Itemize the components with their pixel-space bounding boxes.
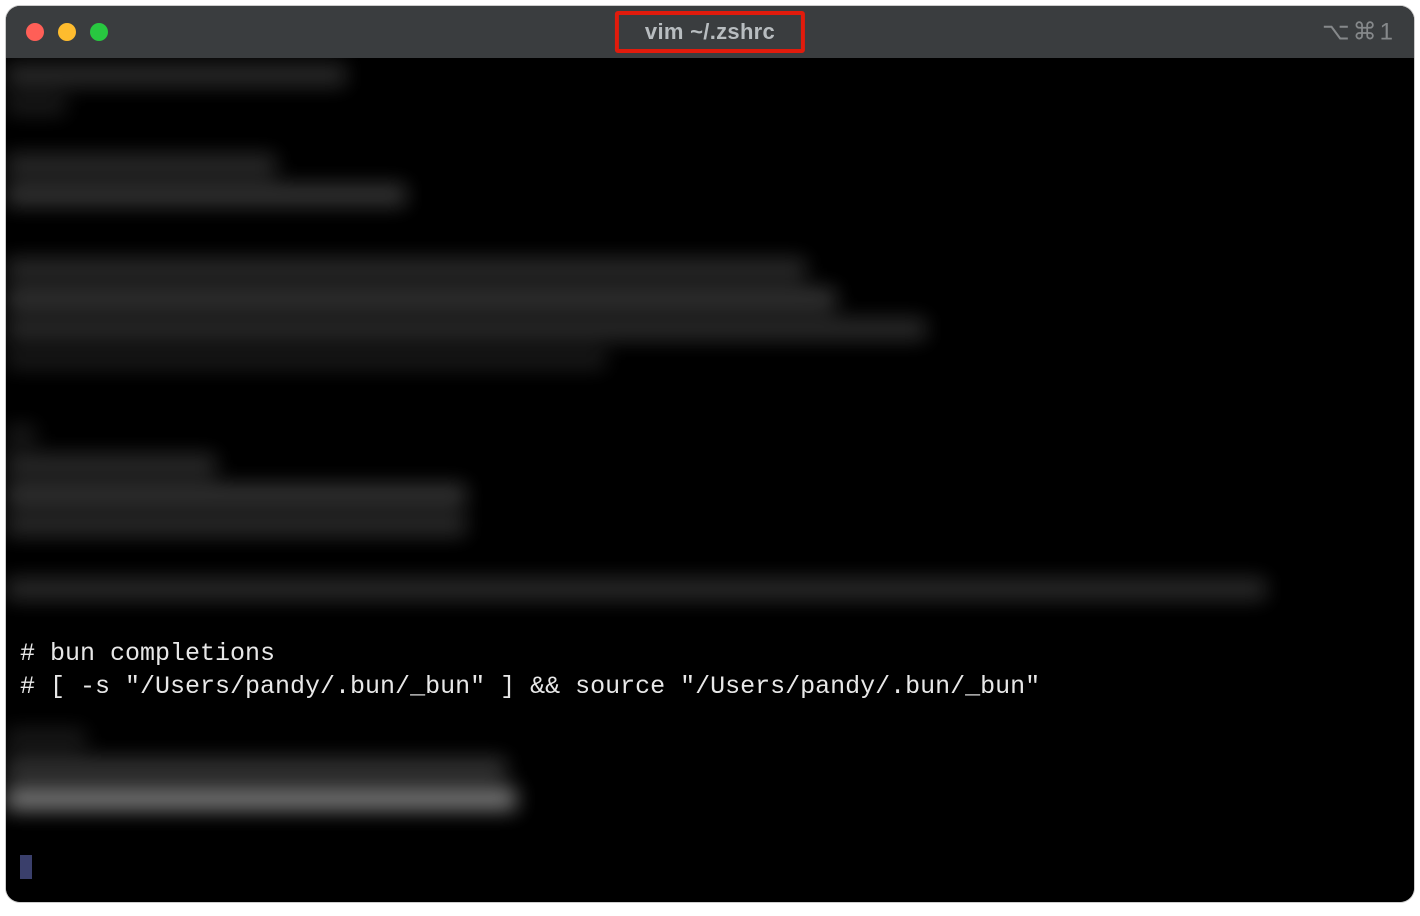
- title-highlight-box: vim ~/.zshrc: [615, 11, 805, 53]
- traffic-lights: [26, 23, 108, 41]
- terminal-line: # [ -s "/Users/pandy/.bun/_bun" ] && sou…: [20, 672, 1040, 701]
- terminal-line: # bun completions: [20, 639, 275, 668]
- terminal-viewport[interactable]: # bun completions # [ -s "/Users/pandy/.…: [6, 58, 1414, 902]
- zoom-button[interactable]: [90, 23, 108, 41]
- terminal-window: vim ~/.zshrc ⌥⌘1: [6, 6, 1414, 902]
- cursor: [20, 852, 32, 885]
- keyboard-shortcut-indicator: ⌥⌘1: [1322, 18, 1396, 47]
- minimize-button[interactable]: [58, 23, 76, 41]
- block-cursor-icon: [20, 855, 32, 879]
- close-button[interactable]: [26, 23, 44, 41]
- window-title: vim ~/.zshrc: [645, 19, 775, 44]
- window-titlebar: vim ~/.zshrc ⌥⌘1: [6, 6, 1414, 58]
- terminal-text: # bun completions # [ -s "/Users/pandy/.…: [20, 638, 1040, 703]
